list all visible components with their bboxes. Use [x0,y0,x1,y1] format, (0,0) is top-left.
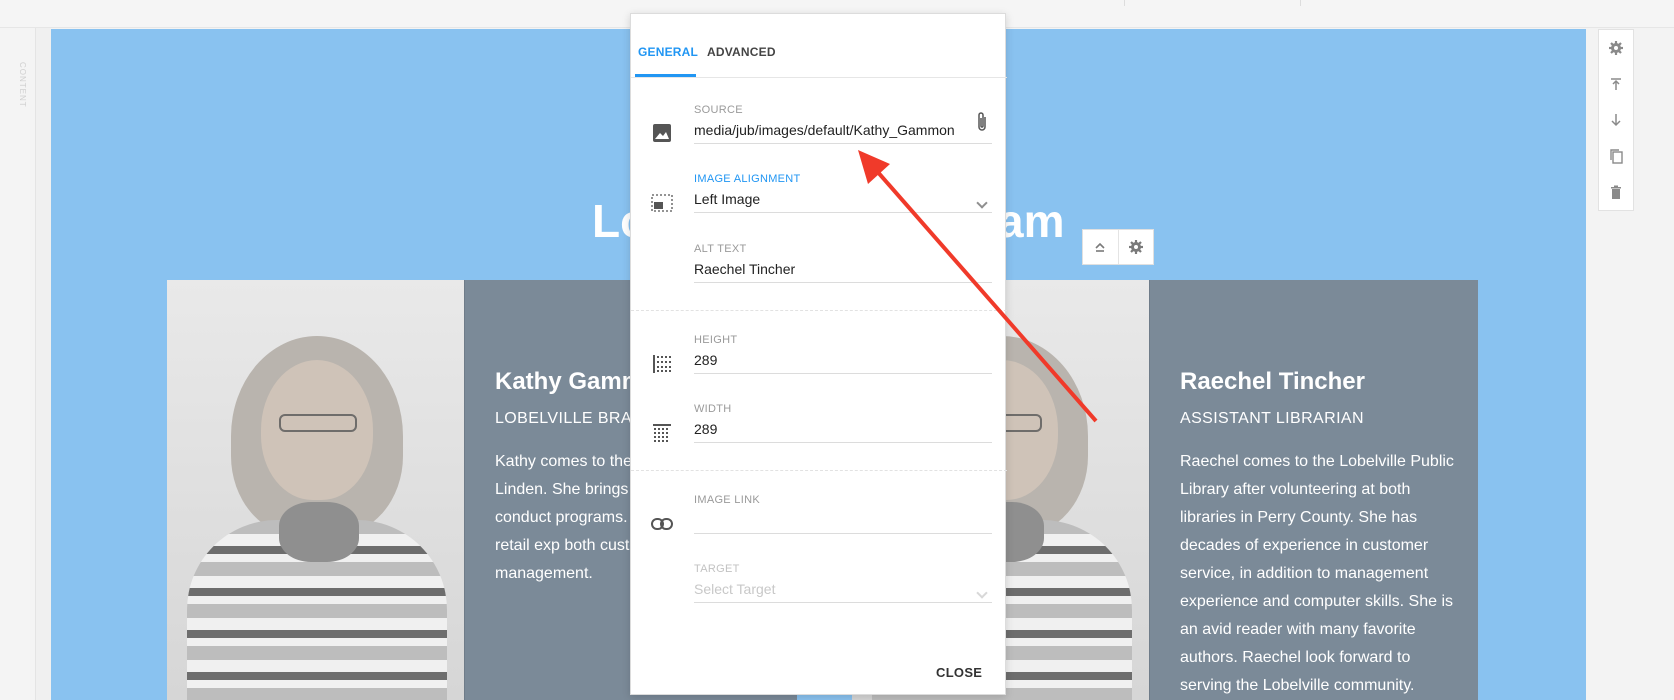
staff-role: ASSISTANT LIBRARIAN [1180,410,1364,427]
image-settings-dialog: GENERAL ADVANCED SOURCE media/jub/images… [630,13,1007,695]
paperclip-icon[interactable] [976,111,988,138]
section-side-toolbar [1598,29,1634,211]
image-alignment-select[interactable]: Left Image [694,191,992,213]
gear-icon[interactable] [1117,230,1153,264]
staff-name: Raechel Tincher [1180,368,1365,395]
width-field: WIDTH 289 [694,403,992,443]
alt-text-input[interactable]: Raechel Tincher [694,261,992,283]
section-divider [631,470,1007,471]
gutter-label: CONTENT [18,62,27,108]
image-icon [651,122,673,144]
target-select[interactable]: Select Target [694,581,992,603]
top-bar-divider [1124,0,1125,6]
trash-icon[interactable] [1599,174,1633,210]
width-icon [651,422,673,444]
target-field: TARGET Select Target [694,563,992,603]
staff-role: LOBELVILLE BRANC [495,410,639,427]
left-gutter: CONTENT [0,28,36,700]
image-link-label: IMAGE LINK [694,494,760,506]
gear-icon[interactable] [1599,30,1633,66]
staff-name: Kathy Gamm [495,368,639,395]
copy-icon[interactable] [1599,138,1633,174]
target-label: TARGET [694,563,740,575]
tab-advanced[interactable]: ADVANCED [707,45,776,59]
source-field: SOURCE media/jub/images/default/Kathy_Ga… [694,104,992,144]
section-title-right: am [998,195,1065,247]
link-icon [651,513,673,535]
height-icon [651,353,673,375]
staff-info: Kathy Gamm LOBELVILLE BRANC Kathy comes … [495,280,639,700]
height-input[interactable]: 289 [694,352,992,374]
alt-text-field: ALT TEXT Raechel Tincher [694,243,992,283]
close-button[interactable]: CLOSE [936,665,982,680]
source-label: SOURCE [694,104,743,116]
source-input[interactable]: media/jub/images/default/Kathy_Gammon [694,122,992,144]
element-mini-toolbar [1082,229,1154,265]
image-alignment-field: IMAGE ALIGNMENT Left Image [694,173,992,213]
width-input[interactable]: 289 [694,421,992,443]
image-link-input[interactable] [694,512,992,534]
left-gutter-strip [36,28,51,700]
tab-general[interactable]: GENERAL [638,45,698,59]
width-label: WIDTH [694,403,732,415]
staff-bio: Kathy comes to the Library after workin … [495,453,639,582]
staff-photo[interactable] [167,280,465,700]
image-alignment-icon [651,192,673,214]
height-field: HEIGHT 289 [694,334,992,374]
top-bar-divider [1300,0,1301,6]
image-alignment-label: IMAGE ALIGNMENT [694,173,801,185]
section-divider [631,310,1007,311]
image-link-field: IMAGE LINK [694,494,992,534]
active-tab-indicator [635,74,696,77]
move-down-icon[interactable] [1599,102,1633,138]
collapse-icon[interactable] [1083,230,1118,264]
staff-bio: Raechel comes to the Lobelville Public L… [1180,453,1454,694]
alt-text-label: ALT TEXT [694,243,747,255]
move-top-icon[interactable] [1599,66,1633,102]
height-label: HEIGHT [694,334,738,346]
dialog-tabs: GENERAL ADVANCED [631,14,1007,78]
